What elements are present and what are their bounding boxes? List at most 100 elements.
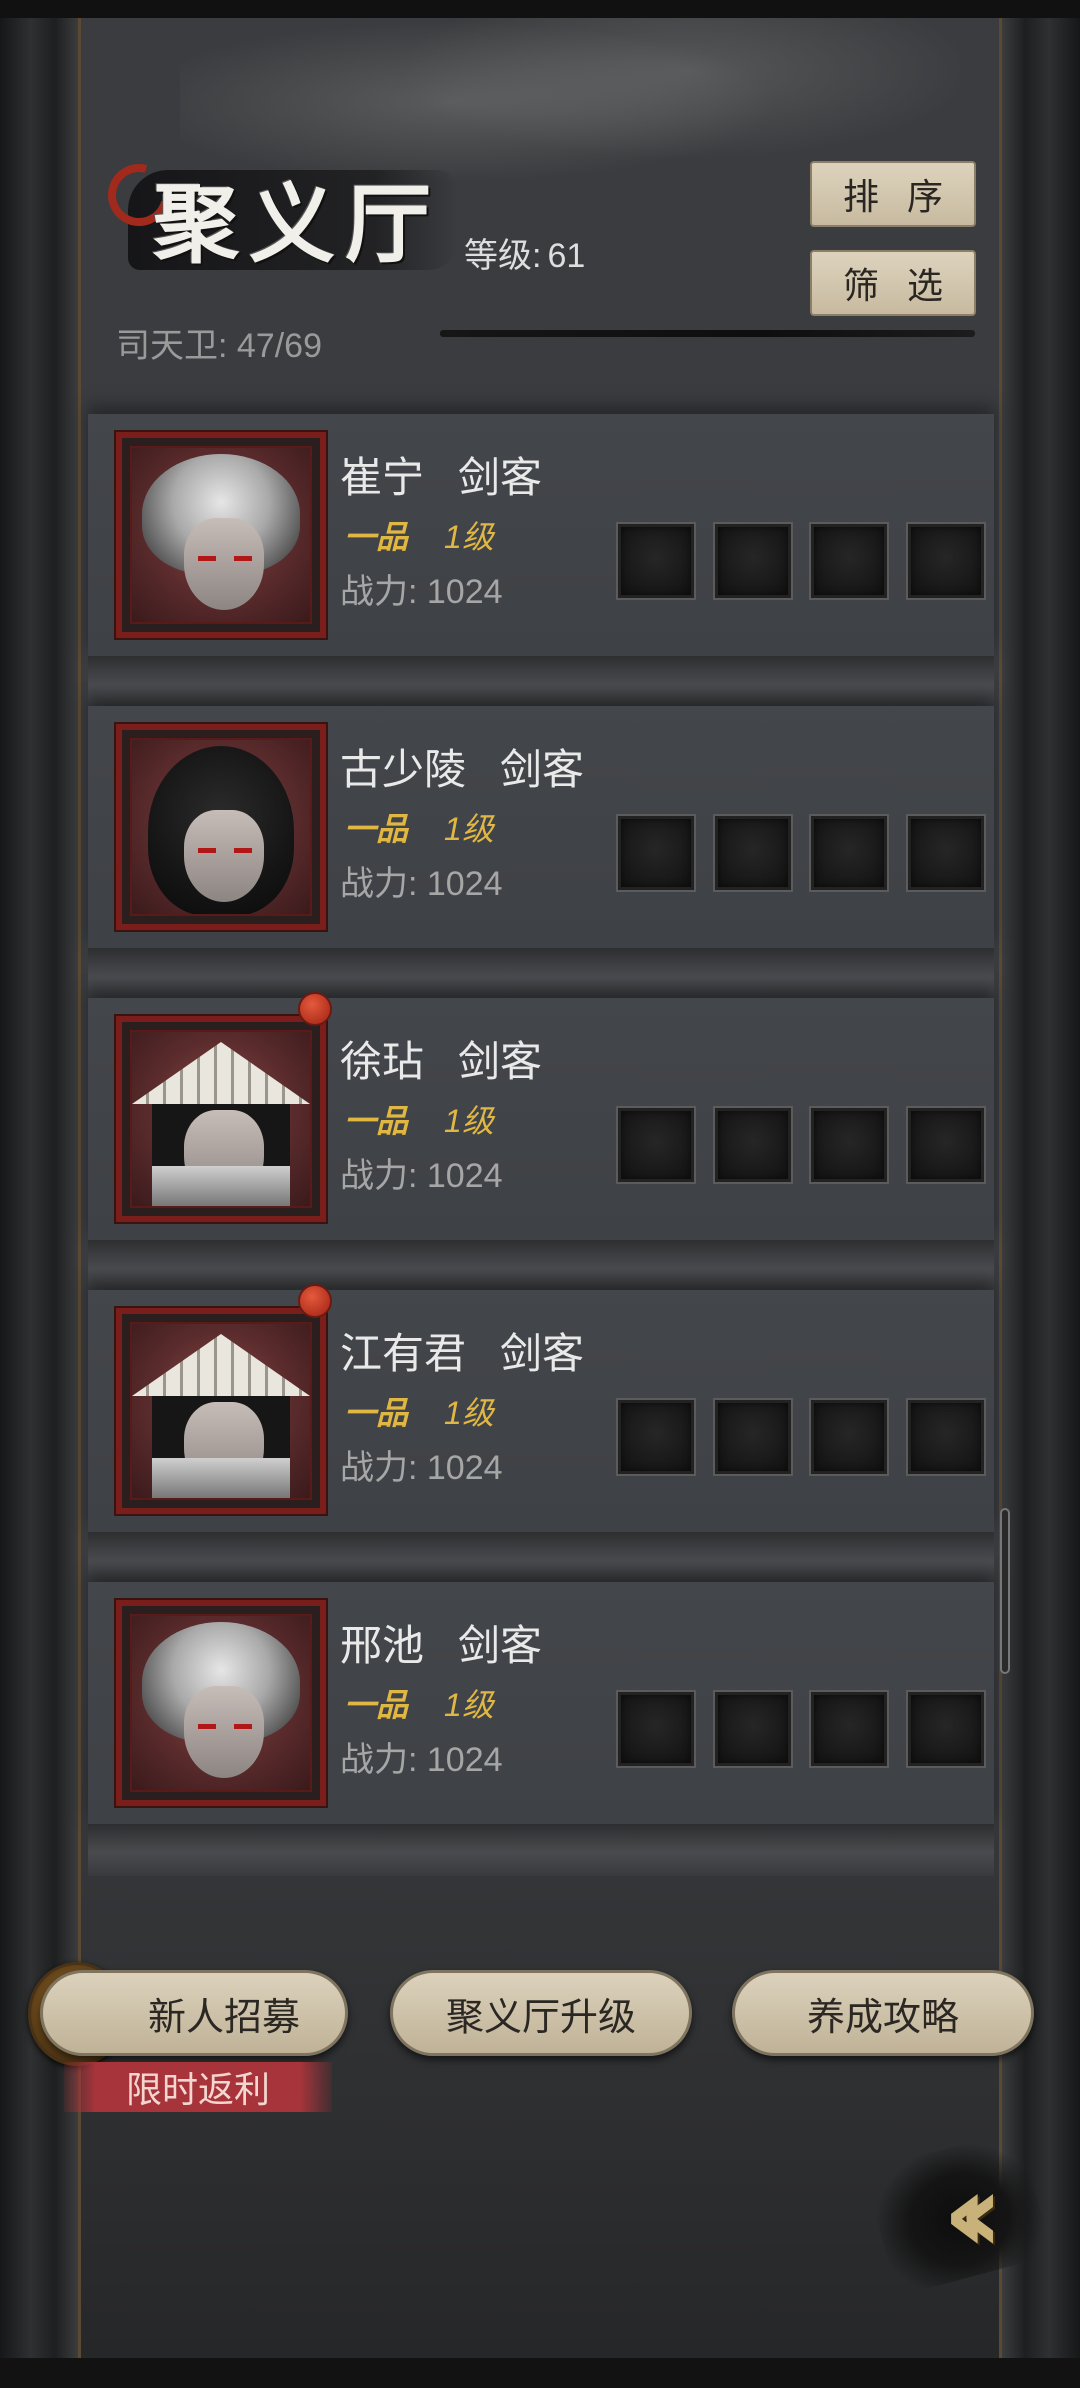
hero-name-line: 古少陵 剑客 (340, 736, 584, 797)
equipment-slot[interactable] (809, 814, 890, 892)
filter-button[interactable]: 筛选 (810, 250, 976, 316)
portrait-frame (130, 446, 312, 624)
hero-name-line: 徐玷 剑客 (340, 1028, 542, 1089)
hero-name-line: 崔宁 剑客 (340, 444, 542, 505)
portrait-frame (130, 1614, 312, 1792)
equipment-slot[interactable] (616, 522, 696, 600)
hero-portrait[interactable] (114, 430, 328, 640)
equipment-slot[interactable] (712, 1690, 793, 1768)
growth-guide-button[interactable]: 养成攻略 (732, 1970, 1034, 2056)
equipment-slot[interactable] (809, 1690, 890, 1768)
hall-upgrade-button[interactable]: 聚义厅升级 (390, 1970, 692, 2056)
equipment-slot[interactable] (809, 1106, 890, 1184)
hero-power: 战力: 1024 (340, 1741, 503, 1779)
hero-card[interactable]: 崔宁 剑客一品 1级战力: 1024 (88, 414, 994, 708)
hero-class: 剑客 (458, 1622, 543, 1669)
hero-class: 剑客 (500, 746, 585, 793)
portrait-face (184, 810, 264, 902)
portrait-eye (198, 848, 216, 853)
hero-portrait[interactable] (114, 1598, 328, 1808)
portrait-frame (130, 1322, 312, 1500)
equipment-slot[interactable] (809, 522, 890, 600)
equipment-slot[interactable] (712, 1398, 793, 1476)
portrait-eye (234, 848, 252, 853)
hero-rank: 一品 (344, 1687, 409, 1723)
page-title-block: 聚义厅 (96, 150, 468, 280)
hall-level-value: 61 (547, 237, 586, 275)
equipment-slot[interactable] (712, 814, 793, 892)
hero-rank-line: 一品 1级 (344, 1096, 494, 1142)
hero-rank-line: 一品 1级 (344, 1680, 494, 1726)
recruit-button[interactable]: 新人招募 (40, 1970, 348, 2056)
equipment-slot[interactable] (616, 1106, 696, 1184)
list-scrollbar[interactable] (1000, 1508, 1010, 1674)
equipment-slot[interactable] (712, 522, 793, 600)
hero-level: 1级 (444, 1687, 494, 1723)
equipment-slots (616, 1106, 986, 1186)
hero-power: 战力: 1024 (340, 865, 503, 903)
portrait-eye (234, 1724, 252, 1729)
hero-rank-line: 一品 1级 (344, 512, 494, 558)
header-divider (440, 330, 975, 337)
sort-button[interactable]: 排序 (810, 161, 976, 227)
hero-power: 战力: 1024 (340, 573, 503, 611)
hero-class: 剑客 (458, 454, 543, 501)
hero-level: 1级 (444, 1395, 494, 1431)
hero-level: 1级 (444, 1103, 494, 1139)
portrait-face (184, 1686, 264, 1778)
equipment-slots (616, 1398, 986, 1478)
back-button[interactable]: ‹‹ (863, 2129, 1053, 2297)
equipment-slots (616, 1690, 986, 1770)
portrait-eye (198, 556, 216, 561)
equipment-slot[interactable] (905, 1106, 986, 1184)
portrait-frame (130, 738, 312, 916)
hero-card[interactable]: 徐玷 剑客一品 1级战力: 1024 (88, 992, 994, 1292)
equipment-slot[interactable] (905, 1398, 986, 1476)
hero-power: 战力: 1024 (340, 1157, 503, 1195)
portrait-frame (130, 1030, 312, 1208)
double-chevron-left-icon: ‹‹ (942, 2149, 1003, 2277)
hero-rank: 一品 (344, 519, 409, 555)
hero-rank-line: 一品 1级 (344, 1388, 494, 1434)
hall-level: 等级: 61 (458, 228, 585, 277)
hall-level-label: 等级: (464, 237, 542, 275)
navigation-bar (0, 2358, 1080, 2388)
hero-rank: 一品 (344, 811, 409, 847)
hero-name: 邢池 (340, 1622, 425, 1669)
equipment-slot[interactable] (616, 814, 696, 892)
equipment-slot[interactable] (616, 1398, 696, 1476)
equipment-slot[interactable] (905, 522, 986, 600)
hero-class: 剑客 (458, 1038, 543, 1085)
hero-rank-line: 一品 1级 (344, 804, 494, 850)
hero-portrait[interactable] (114, 722, 328, 932)
equipment-slot[interactable] (809, 1398, 890, 1476)
hero-class: 剑客 (500, 1330, 585, 1377)
red-dot-notification-icon (298, 992, 332, 1026)
guard-count: 司天卫: 47/69 (116, 327, 322, 365)
status-bar (0, 0, 1080, 18)
equipment-slot[interactable] (905, 814, 986, 892)
equipment-slot[interactable] (616, 1690, 696, 1768)
portrait-face (184, 518, 264, 610)
equipment-slot[interactable] (905, 1690, 986, 1768)
hero-card[interactable]: 邢池 剑客一品 1级战力: 1024 (88, 1582, 994, 1876)
red-dot-notification-icon (298, 1284, 332, 1318)
hero-portrait[interactable] (114, 1306, 328, 1516)
equipment-slot[interactable] (712, 1106, 793, 1184)
equipment-slots (616, 522, 986, 602)
portrait-eye (198, 1724, 216, 1729)
portrait-eye (234, 556, 252, 561)
hero-name: 崔宁 (340, 454, 425, 501)
hero-name-line: 邢池 剑客 (340, 1612, 542, 1673)
page-title: 聚义厅 (153, 174, 441, 275)
hero-power: 战力: 1024 (340, 1449, 503, 1487)
hero-card[interactable]: 古少陵 剑客 一品 1级 战力: 1024 (88, 706, 994, 1000)
hero-name: 江有君 (340, 1330, 467, 1377)
promo-ribbon[interactable]: 限时返利 (64, 2062, 332, 2112)
hero-rank: 一品 (344, 1103, 409, 1139)
hero-name: 徐玷 (340, 1038, 425, 1085)
equipment-slots (616, 814, 986, 894)
hero-card[interactable]: 江有君 剑客 一品 1级战力: 1024 (88, 1284, 994, 1584)
hero-name: 古少陵 (340, 746, 467, 793)
hero-portrait[interactable] (114, 1014, 328, 1224)
